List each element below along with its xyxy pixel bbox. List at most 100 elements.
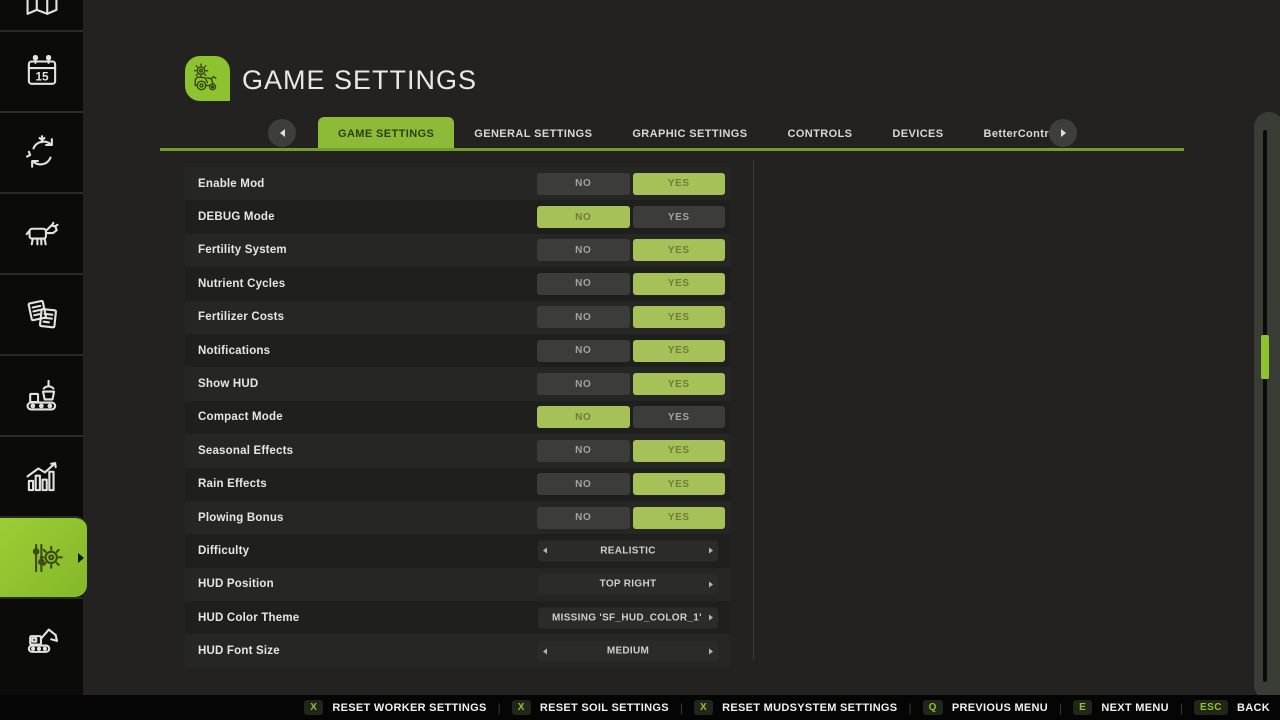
toggle-no-button[interactable]: NO [537, 306, 630, 328]
scrollbar-thumb[interactable] [1261, 335, 1269, 379]
select-prev-arrow-icon[interactable] [538, 548, 552, 554]
setting-row: Nutrient Cycles NOYES [185, 267, 730, 300]
setting-row: Difficulty REALISTIC [185, 534, 730, 567]
select-control[interactable]: MISSING 'SF_HUD_COLOR_1' L.. [538, 607, 718, 628]
tabs-next-button[interactable] [1049, 119, 1077, 147]
toggle-control: NOYES [537, 473, 725, 495]
calendar-icon: 15 [21, 51, 63, 93]
toggle-no-button[interactable]: NO [537, 406, 630, 428]
sidebar-item-animals[interactable] [0, 192, 83, 273]
tabs-prev-button[interactable] [268, 119, 296, 147]
setting-label: HUD Font Size [185, 645, 280, 657]
bar-chart-icon [21, 456, 63, 498]
setting-label: Fertility System [185, 244, 287, 256]
setting-row: Enable ModNOYES [185, 167, 730, 200]
toggle-no-button[interactable]: NO [537, 239, 630, 261]
toggle-yes-button[interactable]: YES [633, 507, 726, 529]
tab-devices[interactable]: DEVICES [872, 117, 963, 151]
toggle-control: NOYES [537, 440, 725, 462]
toggle-control: NOYES [537, 406, 725, 428]
tractor-gear-icon [189, 60, 226, 97]
tab-controls[interactable]: CONTROLS [768, 117, 873, 151]
setting-label: Notifications [185, 345, 270, 357]
select-prev-arrow-icon[interactable] [538, 648, 552, 654]
sidebar-item-statistics[interactable] [0, 435, 83, 516]
toggle-yes-button[interactable]: YES [633, 306, 726, 328]
sidebar-item-crop-rotation[interactable] [0, 111, 83, 192]
right-arrow-icon [1061, 129, 1066, 137]
footer-action-label: RESET SOIL SETTINGS [540, 702, 669, 714]
toggle-no-button[interactable]: NO [537, 507, 630, 529]
footer-action-reset-worker-settings[interactable]: XRESET WORKER SETTINGS [304, 700, 486, 715]
toggle-no-button[interactable]: NO [537, 206, 630, 228]
scrollbar[interactable] [1254, 112, 1280, 700]
map-icon [21, 0, 63, 23]
toggle-no-button[interactable]: NO [537, 373, 630, 395]
setting-label: HUD Color Theme [185, 612, 299, 624]
select-next-arrow-icon[interactable] [704, 548, 718, 554]
toggle-no-button[interactable]: NO [537, 273, 630, 295]
setting-row: Fertility System NOYES [185, 234, 730, 267]
toggle-yes-button[interactable]: YES [633, 373, 726, 395]
toggle-yes-button[interactable]: YES [633, 406, 726, 428]
toggle-no-button[interactable]: NO [537, 173, 630, 195]
toggle-control: NOYES [537, 306, 725, 328]
setting-label: Difficulty [185, 545, 249, 557]
footer-separator: | [498, 701, 501, 715]
setting-row: HUD Color Theme MISSING 'SF_HUD_COLOR_1' … [185, 601, 730, 634]
setting-row: DEBUG Mode NOYES [185, 200, 730, 233]
toggle-yes-button[interactable]: YES [633, 473, 726, 495]
toggle-yes-button[interactable]: YES [633, 239, 726, 261]
footer-action-previous-menu[interactable]: QPREVIOUS MENU [923, 700, 1048, 715]
footer-action-next-menu[interactable]: ENEXT MENU [1073, 700, 1169, 715]
sidebar-item-calendar[interactable]: 15 [0, 30, 83, 111]
toggle-no-button[interactable]: NO [537, 340, 630, 362]
page-title: GAME SETTINGS [242, 65, 477, 96]
settings-list: Enable ModNOYESDEBUG ModeNOYESFertility … [185, 167, 730, 668]
toggle-yes-button[interactable]: YES [633, 206, 726, 228]
toggle-yes-button[interactable]: YES [633, 173, 726, 195]
select-control[interactable]: MEDIUM [538, 641, 718, 662]
key-badge: ESC [1194, 700, 1228, 715]
key-badge: X [694, 700, 713, 715]
game-settings-menu-icon [185, 56, 230, 101]
setting-label: DEBUG Mode [185, 211, 275, 223]
footer-action-reset-soil-settings[interactable]: X RESET SOIL SETTINGS [512, 700, 669, 715]
toggle-control: NOYES [537, 273, 725, 295]
footer-action-back[interactable]: ESCBACK [1194, 700, 1270, 715]
toggle-control: NOYES [537, 206, 725, 228]
footer-action-reset-mudsystem-settings[interactable]: X RESET MUDSYSTEM SETTINGS [694, 700, 897, 715]
footer-action-label: RESET MUDSYSTEM SETTINGS [722, 702, 897, 714]
sidebar-item-contracts[interactable] [0, 273, 83, 354]
sidebar-item-production[interactable] [0, 354, 83, 435]
select-value: MISSING 'SF_HUD_COLOR_1' L.. [552, 612, 704, 623]
toggle-yes-button[interactable]: YES [633, 340, 726, 362]
sidebar-item-settings[interactable] [0, 516, 87, 597]
select-next-arrow-icon[interactable] [704, 615, 718, 621]
select-next-arrow-icon[interactable] [704, 648, 718, 654]
scrollbar-track [1263, 130, 1267, 682]
footer-action-label: PREVIOUS MENU [952, 702, 1048, 714]
footer-separator: | [1059, 701, 1062, 715]
toggle-yes-button[interactable]: YES [633, 273, 726, 295]
setting-row: Show HUD NOYES [185, 367, 730, 400]
toggle-no-button[interactable]: NO [537, 473, 630, 495]
select-control[interactable]: TOP RIGHT [538, 574, 718, 595]
left-arrow-icon [280, 129, 285, 137]
sidebar-item-map[interactable] [0, 0, 83, 30]
key-badge: X [512, 700, 531, 715]
sidebar-item-construction[interactable] [0, 597, 83, 678]
select-value: TOP RIGHT [552, 579, 704, 590]
tab-graphic-settings[interactable]: GRAPHIC SETTINGS [612, 117, 767, 151]
select-next-arrow-icon[interactable] [704, 581, 718, 587]
setting-label: Nutrient Cycles [185, 278, 285, 290]
toggle-yes-button[interactable]: YES [633, 440, 726, 462]
setting-label: Show HUD [185, 378, 258, 390]
cow-icon [21, 213, 63, 255]
tab-game-settings[interactable]: GAME SETTINGS [318, 117, 454, 151]
select-control[interactable]: REALISTIC [538, 540, 718, 561]
tab-general-settings[interactable]: GENERAL SETTINGS [454, 117, 612, 151]
select-value: REALISTIC [552, 545, 704, 556]
setting-row: Seasonal EffectsNOYES [185, 434, 730, 467]
toggle-no-button[interactable]: NO [537, 440, 630, 462]
